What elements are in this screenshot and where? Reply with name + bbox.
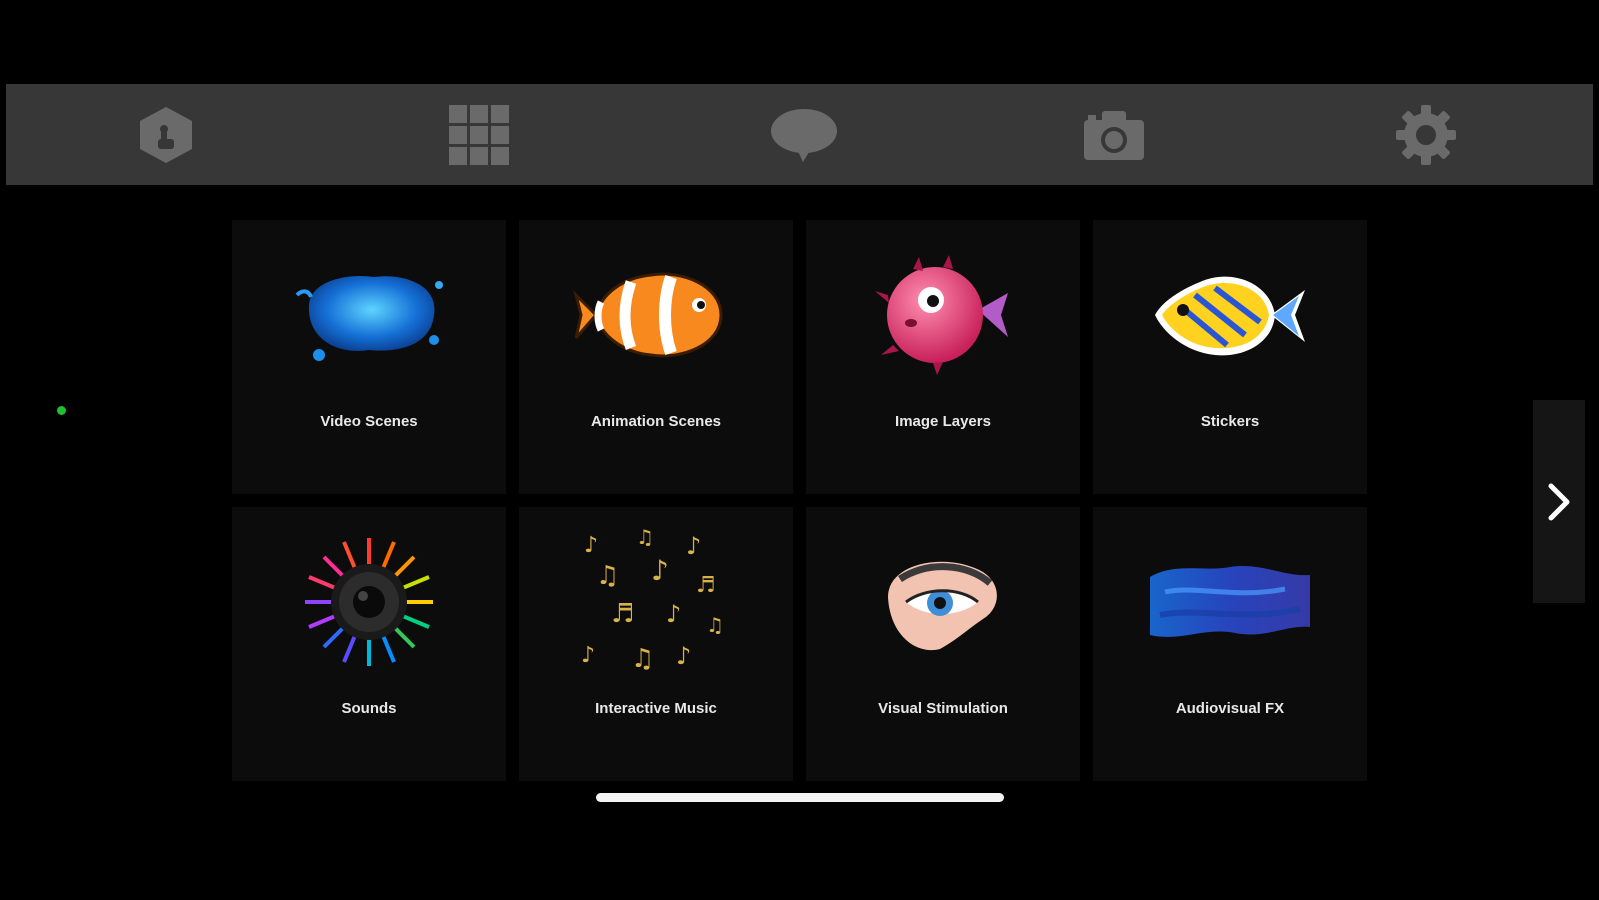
tile-video-scenes[interactable]: Video Scenes xyxy=(232,220,506,494)
tile-animation-scenes[interactable]: Animation Scenes xyxy=(519,220,793,494)
toolbar-grid-button[interactable] xyxy=(429,84,529,185)
yellow-fish-icon xyxy=(1155,276,1305,356)
music-notes-icon: ♪ ♫ ♪ ♫ ♪ ♬ ♬ ♪ ♫ ♪ ♫ ♪ xyxy=(581,525,724,674)
tile-label: Sounds xyxy=(341,700,397,717)
svg-text:♫: ♫ xyxy=(631,644,654,674)
svg-text:♪: ♪ xyxy=(584,533,598,558)
tile-label: Video Scenes xyxy=(320,413,418,430)
status-indicator xyxy=(57,406,66,415)
tile-label: Visual Stimulation xyxy=(878,700,1008,717)
pufferfish-icon xyxy=(875,255,1008,375)
svg-text:♫: ♫ xyxy=(596,561,619,591)
speaker-burst-icon xyxy=(305,538,433,666)
toolbar-chat-button[interactable] xyxy=(754,84,854,185)
svg-text:♪: ♪ xyxy=(581,643,595,668)
svg-text:♪: ♪ xyxy=(676,642,691,670)
svg-text:♪: ♪ xyxy=(651,554,669,587)
toolbar-camera-button[interactable] xyxy=(1064,84,1164,185)
svg-text:♬: ♬ xyxy=(696,573,716,598)
next-page-button[interactable] xyxy=(1533,400,1585,603)
tile-label: Image Layers xyxy=(895,413,991,430)
camera-icon xyxy=(1084,110,1144,160)
tile-interactive-music[interactable]: ♪ ♫ ♪ ♫ ♪ ♬ ♬ ♪ ♫ ♪ ♫ ♪ Interactive Musi… xyxy=(519,507,793,781)
tile-label: Stickers xyxy=(1200,413,1260,430)
svg-text:♫: ♫ xyxy=(636,525,654,549)
eye-icon xyxy=(888,561,997,651)
tile-audiovisual-fx[interactable]: Audiovisual FX xyxy=(1093,507,1367,781)
hand-hexagon-icon xyxy=(140,106,192,163)
svg-text:♪: ♪ xyxy=(686,532,701,560)
tile-label: Audiovisual FX xyxy=(1175,700,1285,717)
tile-sounds[interactable]: Sounds xyxy=(232,507,506,781)
svg-text:♪: ♪ xyxy=(666,600,681,628)
blue-water-splash-icon xyxy=(295,275,443,361)
grid-icon xyxy=(449,104,509,165)
tile-image-layers[interactable]: Image Layers xyxy=(806,220,1080,494)
tile-visual-stimulation[interactable]: Visual Stimulation xyxy=(806,507,1080,781)
home-indicator[interactable] xyxy=(596,793,1004,802)
tile-stickers[interactable]: Stickers xyxy=(1093,220,1367,494)
chevron-right-icon xyxy=(1548,483,1570,520)
svg-text:♫: ♫ xyxy=(706,613,724,637)
chat-bubble-icon xyxy=(771,108,837,162)
svg-text:♬: ♬ xyxy=(611,599,634,629)
top-toolbar xyxy=(6,84,1593,185)
toolbar-settings-button[interactable] xyxy=(1376,84,1476,185)
tile-label: Animation Scenes xyxy=(590,413,722,430)
toolbar-home-button[interactable] xyxy=(116,84,216,185)
blue-smoke-icon xyxy=(1150,565,1310,637)
tile-label: Interactive Music xyxy=(595,700,717,717)
gear-icon xyxy=(1396,104,1456,165)
clownfish-icon xyxy=(573,272,723,358)
